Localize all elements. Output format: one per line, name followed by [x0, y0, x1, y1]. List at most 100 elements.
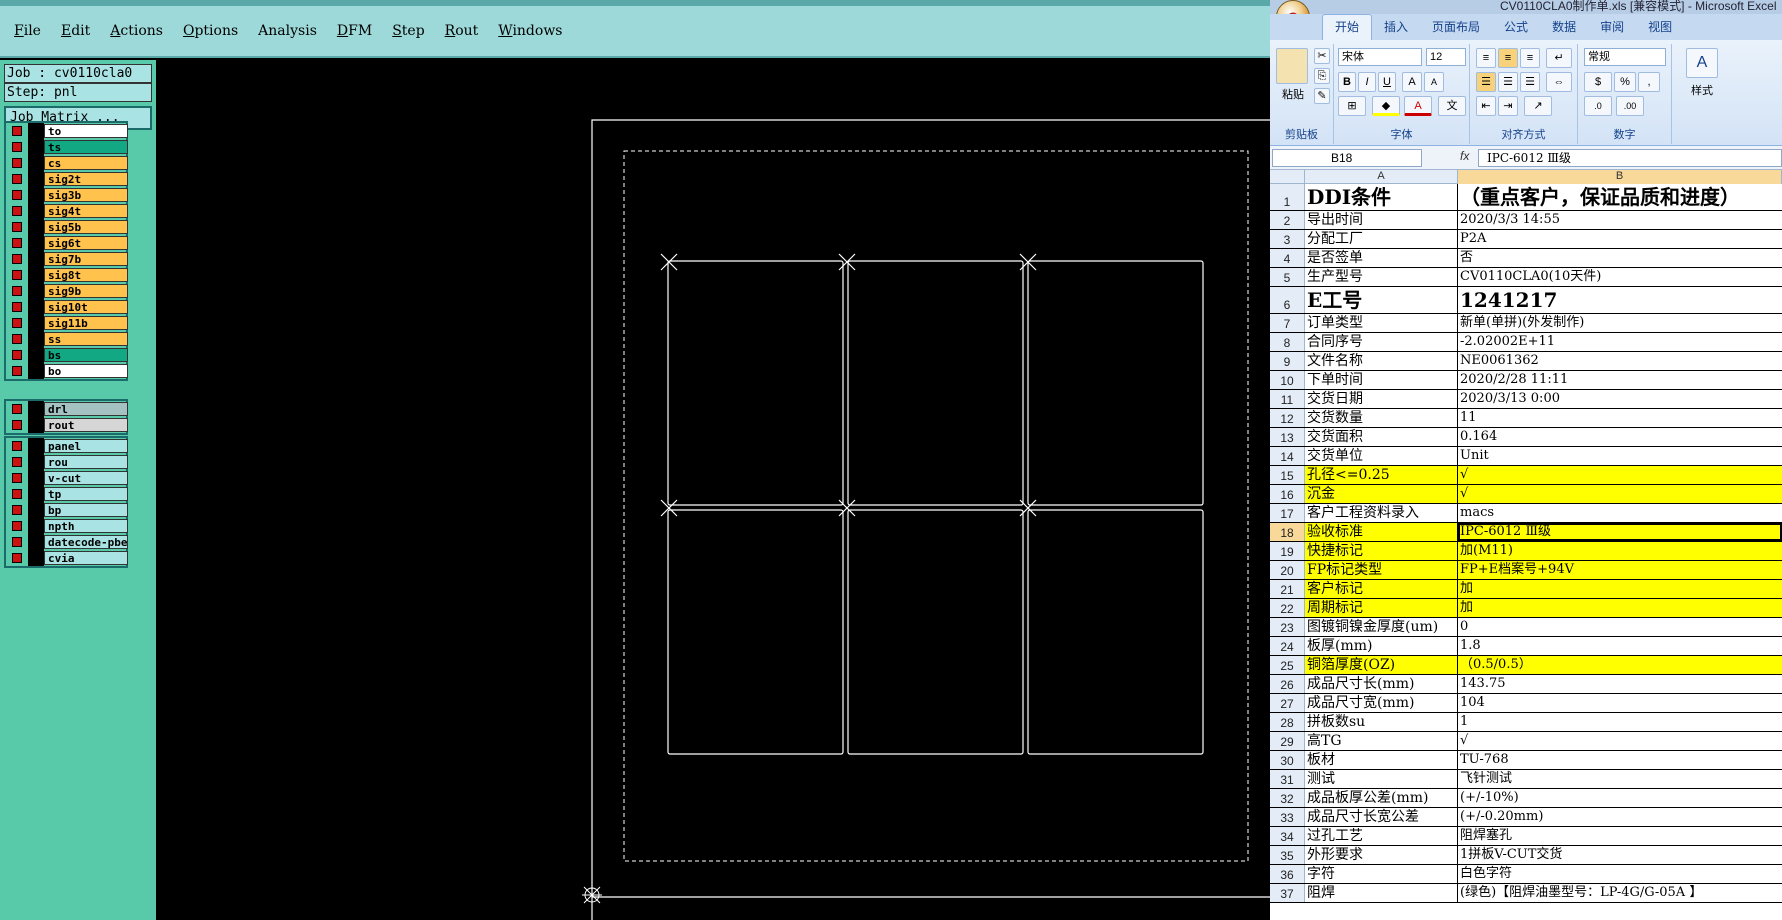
cell-a[interactable]: 交货面积	[1305, 428, 1458, 446]
layer-toggle-checkbox[interactable]	[12, 420, 22, 430]
row-header[interactable]: 4	[1270, 249, 1305, 267]
layer-row-ss[interactable]: ss	[6, 331, 128, 347]
layer-name[interactable]: sig8t	[44, 268, 128, 282]
cell-b[interactable]: （0.5/0.5）	[1458, 656, 1782, 674]
cell-b[interactable]: (绿色)【阻焊油墨型号：LP-4G/G-05A 】	[1458, 884, 1782, 902]
layer-name[interactable]: npth	[44, 519, 128, 533]
layer-name[interactable]: cs	[44, 156, 128, 170]
cell-a[interactable]: 分配工厂	[1305, 230, 1458, 248]
cell-a[interactable]: 外形要求	[1305, 846, 1458, 864]
cell-a[interactable]: 是否签单	[1305, 249, 1458, 267]
increase-decimal-icon[interactable]: .0	[1584, 96, 1612, 116]
cell-a[interactable]: 成品尺寸长(mm)	[1305, 675, 1458, 693]
layer-toggle-checkbox[interactable]	[12, 350, 22, 360]
decrease-indent-icon[interactable]: ⇤	[1476, 96, 1496, 116]
format-painter-icon[interactable]: ✎	[1314, 88, 1330, 104]
grow-font-icon[interactable]: A	[1402, 72, 1422, 92]
row-header[interactable]: 19	[1270, 542, 1305, 560]
italic-icon[interactable]: I	[1358, 72, 1376, 92]
layer-name[interactable]: bs	[44, 348, 128, 362]
ribbon-tab[interactable]: 页面布局	[1420, 18, 1492, 40]
layer-toggle-checkbox[interactable]	[12, 190, 22, 200]
bold-icon[interactable]: B	[1338, 72, 1356, 92]
row-header[interactable]: 33	[1270, 808, 1305, 826]
layer-toggle-checkbox[interactable]	[12, 270, 22, 280]
underline-icon[interactable]: U	[1378, 72, 1396, 92]
cell-b[interactable]: macs	[1458, 504, 1782, 522]
cell-b[interactable]: P2A	[1458, 230, 1782, 248]
layer-toggle-checkbox[interactable]	[12, 254, 22, 264]
layer-row-sig10t[interactable]: sig10t	[6, 299, 128, 315]
layer-row-sig8t[interactable]: sig8t	[6, 267, 128, 283]
cell-b[interactable]: TU-768	[1458, 751, 1782, 769]
cell-a[interactable]: 成品板厚公差(mm)	[1305, 789, 1458, 807]
layer-name[interactable]: sig2t	[44, 172, 128, 186]
layer-name[interactable]: v-cut	[44, 471, 128, 485]
row-header[interactable]: 10	[1270, 371, 1305, 389]
cell-a[interactable]: 孔径<=0.25	[1305, 466, 1458, 484]
layer-row-to[interactable]: to	[6, 123, 128, 139]
row-header[interactable]: 29	[1270, 732, 1305, 750]
menu-windows[interactable]: Windows	[498, 23, 562, 39]
cell-b[interactable]: 2020/3/13 0:00	[1458, 390, 1782, 408]
font-size-select[interactable]: 12	[1426, 48, 1466, 66]
ribbon-tab[interactable]: 视图	[1636, 18, 1684, 40]
font-color-icon[interactable]: A	[1404, 96, 1432, 116]
layer-row-cvia[interactable]: cvia	[6, 550, 128, 566]
cell-b[interactable]: (+/-0.20mm)	[1458, 808, 1782, 826]
formula-input[interactable]: IPC-6012 Ⅲ级	[1478, 149, 1782, 167]
layer-name[interactable]: sig6t	[44, 236, 128, 250]
cell-a[interactable]: 验收标准	[1305, 523, 1458, 541]
layer-name[interactable]: sig11b	[44, 316, 128, 330]
cell-a[interactable]: DDI条件	[1305, 184, 1458, 210]
layer-row-sig7b[interactable]: sig7b	[6, 251, 128, 267]
select-all-corner[interactable]	[1270, 170, 1305, 184]
row-header[interactable]: 23	[1270, 618, 1305, 636]
layer-row-v-cut[interactable]: v-cut	[6, 470, 128, 486]
ribbon-tab[interactable]: 数据	[1540, 18, 1588, 40]
cell-b[interactable]: 2020/2/28 11:11	[1458, 371, 1782, 389]
layer-row-tp[interactable]: tp	[6, 486, 128, 502]
align-center-icon[interactable]: ☰	[1498, 72, 1518, 92]
row-header[interactable]: 30	[1270, 751, 1305, 769]
font-name-select[interactable]: 宋体	[1338, 48, 1422, 66]
row-header[interactable]: 8	[1270, 333, 1305, 351]
menu-analysis[interactable]: Analysis	[258, 23, 317, 39]
decrease-decimal-icon[interactable]: .00	[1616, 96, 1644, 116]
cell-b[interactable]: 否	[1458, 249, 1782, 267]
layer-toggle-checkbox[interactable]	[12, 158, 22, 168]
cell-b[interactable]: FP+E档案号+94V	[1458, 561, 1782, 579]
cell-a[interactable]: 下单时间	[1305, 371, 1458, 389]
cell-b[interactable]: -2.02002E+11	[1458, 333, 1782, 351]
fill-color-icon[interactable]: ◆	[1372, 96, 1400, 116]
column-header-a[interactable]: A	[1305, 170, 1458, 184]
layer-row-bo[interactable]: bo	[6, 363, 128, 379]
layer-toggle-checkbox[interactable]	[12, 457, 22, 467]
layer-row-rout[interactable]: rout	[6, 417, 128, 433]
layer-row-sig11b[interactable]: sig11b	[6, 315, 128, 331]
layer-toggle-checkbox[interactable]	[12, 174, 22, 184]
layer-toggle-checkbox[interactable]	[12, 334, 22, 344]
cell-b[interactable]: 阻焊塞孔	[1458, 827, 1782, 845]
align-top-icon[interactable]: ≡	[1476, 48, 1496, 68]
cell-b[interactable]: √	[1458, 485, 1782, 503]
layer-toggle-checkbox[interactable]	[12, 318, 22, 328]
cell-a[interactable]: 铜箔厚度(OZ)	[1305, 656, 1458, 674]
layer-row-drl[interactable]: drl	[6, 401, 128, 417]
number-format-select[interactable]: 常规	[1584, 48, 1666, 66]
menu-step[interactable]: Step	[392, 23, 424, 39]
menu-file[interactable]: File	[14, 23, 41, 39]
cell-b[interactable]: NE0061362	[1458, 352, 1782, 370]
layer-name[interactable]: sig10t	[44, 300, 128, 314]
cell-b[interactable]: 1	[1458, 713, 1782, 731]
ribbon-tab[interactable]: 审阅	[1588, 18, 1636, 40]
menu-dfm[interactable]: DFM	[337, 23, 372, 39]
layer-row-sig2t[interactable]: sig2t	[6, 171, 128, 187]
align-right-icon[interactable]: ☰	[1520, 72, 1540, 92]
cell-b[interactable]: (+/-10%)	[1458, 789, 1782, 807]
layer-name[interactable]: ts	[44, 140, 128, 154]
cell-a[interactable]: 快捷标记	[1305, 542, 1458, 560]
cell-a[interactable]: 生产型号	[1305, 268, 1458, 286]
layer-row-rou[interactable]: rou	[6, 454, 128, 470]
layer-name[interactable]: panel	[44, 439, 128, 453]
